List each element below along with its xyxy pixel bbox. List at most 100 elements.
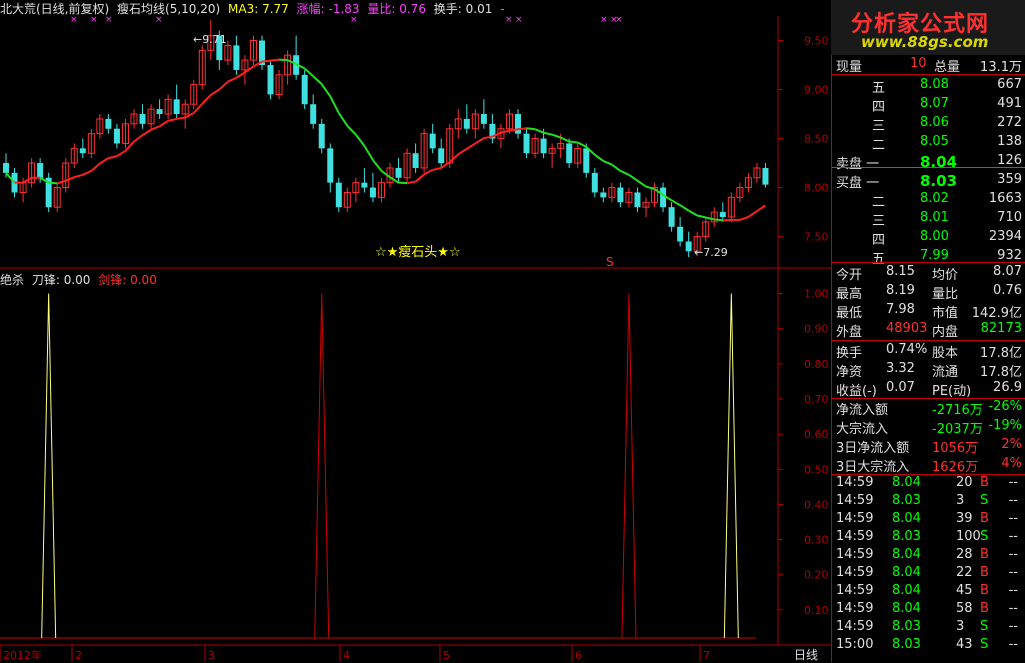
ma-segment (518, 128, 527, 129)
stat-label: 市值 (932, 302, 958, 321)
ma-segment (228, 78, 237, 82)
candle-body (80, 148, 86, 153)
stat-label: 外盘 (836, 321, 862, 340)
stock-name: 北大荒(日线,前复权) (0, 2, 109, 16)
candle-body (464, 119, 470, 129)
chart-header: 北大荒(日线,前复权) 瘦石均线(5,10,20) MA3: 7.77 涨幅: … (0, 0, 509, 16)
tick-dash: -- (1009, 583, 1018, 598)
date-tick-label: 2 (75, 649, 82, 662)
tick-vol: 3 (956, 619, 964, 634)
lower-tick-label: 0.40 (804, 498, 829, 511)
ma-segment (740, 217, 749, 220)
lower-tick-label: 0.70 (804, 393, 829, 406)
bid-price: 8.00 (920, 229, 949, 244)
ask-price: 8.07 (920, 96, 949, 111)
ma-segment (637, 181, 646, 187)
stat-label: 最低 (836, 302, 862, 321)
candle-body (268, 65, 274, 94)
tick-row: 14:598.03100S-- (832, 529, 1025, 547)
tick-time: 14:59 (836, 547, 873, 562)
flow-label: 净流入额 (836, 399, 888, 418)
candle-body (336, 183, 342, 208)
tick-row: 15:008.0343S-- (832, 637, 1025, 655)
tick-row: 14:598.033S-- (832, 619, 1025, 637)
signal-marker: × (70, 15, 78, 25)
tick-row: 14:598.0445B-- (832, 583, 1025, 601)
sep-quote (832, 74, 1025, 75)
ma-segment (544, 133, 553, 135)
tick-dash: -- (1009, 547, 1018, 562)
candle-body (37, 163, 43, 178)
flow-pct: -26% (988, 399, 1022, 414)
ma-segment (177, 117, 186, 118)
ask-label: 四 (872, 96, 885, 115)
tick-side: B (980, 511, 989, 526)
candle-body (566, 143, 572, 163)
signal-marker: × (155, 15, 163, 25)
ma-segment (689, 211, 698, 216)
signal-marker: × (90, 15, 98, 25)
bid-label: 三 (872, 210, 885, 229)
candle-body (720, 212, 726, 217)
ma-segment (347, 126, 356, 135)
sep-stats2 (832, 340, 1025, 341)
signal-marker: × (615, 15, 623, 25)
candle-body (583, 148, 589, 173)
ma-segment (160, 121, 169, 126)
tick-dash: -- (1009, 565, 1018, 580)
stat2-label: 流通 (932, 361, 958, 380)
bid-vol: 2394 (989, 229, 1022, 244)
stat-label: 今开 (836, 264, 862, 283)
lower-tick-label: 0.80 (804, 358, 829, 371)
bid-vol: 1663 (989, 191, 1022, 206)
tick-price: 8.03 (892, 493, 921, 508)
lower-tick-label: 0.20 (804, 569, 829, 582)
bid-vol: 932 (997, 248, 1022, 263)
header-dash: - (500, 2, 504, 16)
ma-segment (475, 138, 484, 143)
tick-row: 14:598.0428B-- (832, 547, 1025, 565)
ask-row: 卖盘 一8.04126 (832, 153, 1025, 171)
tick-price: 8.04 (892, 475, 921, 490)
stat2-value: 17.8亿 (980, 342, 1022, 361)
bid-label: 二 (872, 191, 885, 210)
bid-vol: 710 (997, 210, 1022, 225)
period-button[interactable]: 日线 (794, 646, 818, 663)
tick-dash: -- (1009, 637, 1018, 652)
ma-segment (748, 211, 757, 217)
ma-segment (381, 171, 390, 177)
tick-row: 14:598.033S-- (832, 493, 1025, 511)
ma-segment (578, 142, 587, 146)
ma-segment (416, 174, 425, 181)
candle-body (370, 188, 376, 198)
bid-label: 四 (872, 229, 885, 248)
flow-value: 1056万 (932, 437, 978, 456)
ask-price: 8.06 (920, 115, 949, 130)
tick-vol: 100 (956, 529, 981, 544)
tick-row: 14:598.0420B-- (832, 475, 1025, 493)
tick-dash: -- (1009, 529, 1018, 544)
tick-side: B (980, 547, 989, 562)
tick-side: S (980, 529, 988, 544)
ma-segment (467, 143, 476, 148)
ma-segment (595, 155, 604, 161)
tick-vol: 20 (956, 475, 973, 490)
ma-segment (83, 171, 92, 175)
ma-segment (561, 138, 570, 142)
tick-price: 8.04 (892, 565, 921, 580)
tick-row: 14:598.0458B-- (832, 601, 1025, 619)
ma-segment (322, 84, 331, 96)
ma-segment (620, 171, 629, 175)
tick-row: 14:598.0439B-- (832, 511, 1025, 529)
flow-label: 3日净流入额 (836, 437, 909, 456)
bid-price: 8.01 (920, 210, 949, 225)
ma-segment (330, 96, 339, 113)
signal-spike (622, 294, 636, 638)
bid-price: 7.99 (920, 248, 949, 263)
ma-segment (356, 135, 365, 146)
ask-vol: 126 (997, 153, 1022, 168)
ma-segment (706, 217, 715, 219)
ma-segment (49, 183, 58, 184)
date-tick-label: 2012年 (3, 648, 42, 662)
tick-side: B (980, 601, 989, 616)
